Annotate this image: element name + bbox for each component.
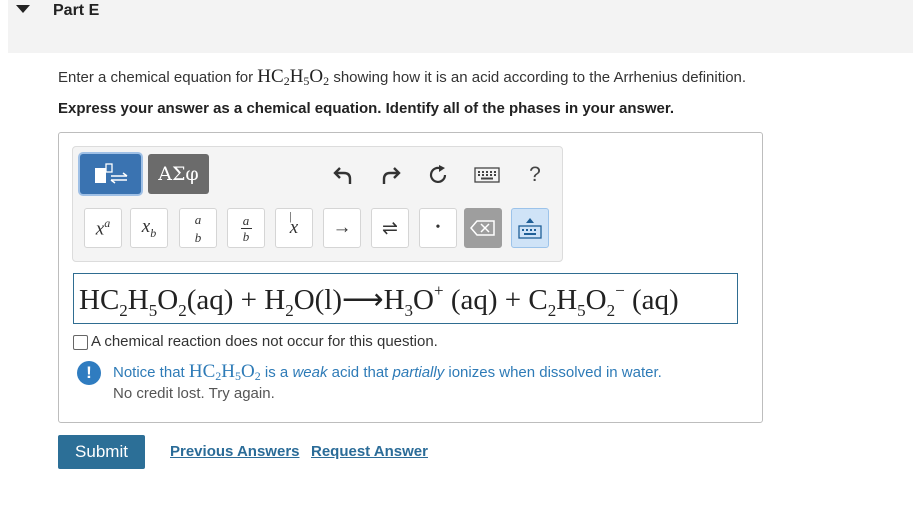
templates-mode-button[interactable] (80, 154, 141, 194)
reset-button[interactable] (425, 162, 451, 188)
answer-equation-input[interactable]: HC2H5O2(aq) + H2O(l)⟶H3O+ (aq) + C2H5O2−… (73, 273, 738, 324)
keyboard-shortcuts-button[interactable] (473, 162, 501, 188)
symbols-mode-button[interactable]: ΑΣφ (148, 154, 209, 194)
toggle-keyboard-button[interactable] (511, 208, 549, 248)
fraction-bar-button[interactable]: ab (227, 208, 265, 248)
feedback-credit-note: No credit lost. Try again. (113, 385, 275, 402)
subscript-button[interactable]: xb (130, 208, 168, 248)
fraction-button[interactable]: ab (179, 208, 217, 248)
collapse-part-toggle[interactable] (10, 0, 36, 22)
no-reaction-checkbox[interactable] (73, 335, 88, 350)
part-title: Part E (53, 2, 100, 19)
mean-overlay (275, 208, 313, 248)
previous-answers-link[interactable]: Previous Answers (170, 443, 300, 460)
info-exclamation-icon: ! (77, 361, 101, 385)
answer-instruction: Express your answer as a chemical equati… (58, 100, 675, 117)
help-button[interactable]: ? (522, 162, 548, 188)
question-prompt: Enter a chemical equation for HC2H5O2 sh… (58, 66, 747, 88)
feedback-message: Notice that HC2H5O2 is a weak acid that … (113, 361, 662, 383)
undo-button[interactable] (330, 162, 356, 188)
equilibrium-arrow-button[interactable]: ⇌ (371, 208, 409, 248)
caret-down-icon (16, 5, 30, 13)
keyboard-icon (474, 167, 500, 183)
submit-button[interactable]: Submit (58, 435, 145, 469)
redo-button[interactable] (378, 162, 404, 188)
keyboard-toggle-icon (518, 218, 542, 239)
backspace-icon (470, 220, 495, 236)
no-reaction-label[interactable]: A chemical reaction does not occur for t… (91, 333, 438, 350)
undo-icon (333, 167, 352, 184)
dot-button[interactable]: • (419, 208, 457, 248)
part-header (8, 0, 913, 53)
backspace-button[interactable] (464, 208, 502, 248)
reset-icon (429, 165, 447, 184)
formula-acetic-acid: HC2H5O2 (257, 66, 330, 88)
feedback-formula: HC2H5O2 (188, 361, 261, 383)
reaction-arrow-button[interactable]: → (323, 208, 361, 248)
superscript-button[interactable]: xa (84, 208, 122, 248)
template-arrows-icon (94, 163, 127, 184)
redo-icon (382, 167, 401, 184)
request-answer-link[interactable]: Request Answer (311, 443, 428, 460)
